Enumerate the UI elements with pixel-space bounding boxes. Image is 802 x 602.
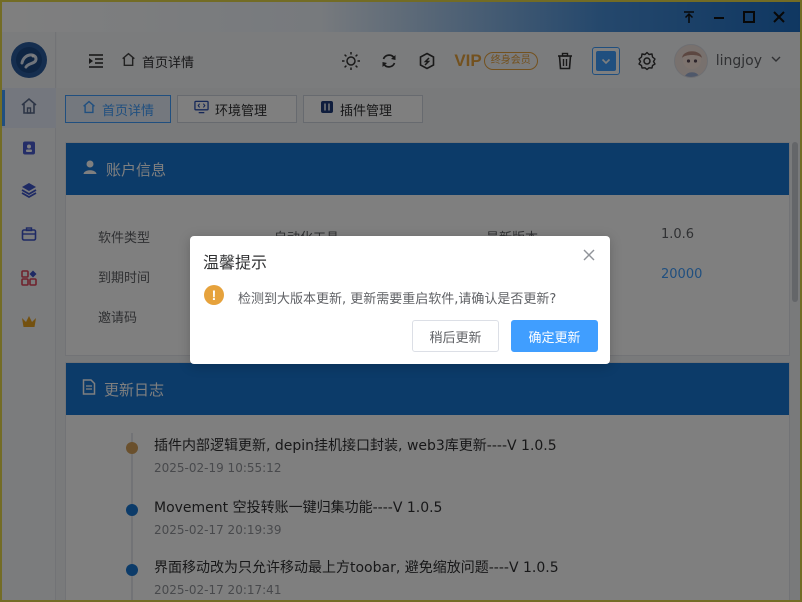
- update-later-button[interactable]: 稍后更新: [412, 320, 499, 352]
- close-icon[interactable]: [582, 248, 596, 262]
- dialog-message: 检测到大版本更新, 更新需要重启软件,请确认是否更新?: [238, 292, 557, 307]
- dialog-title: 温馨提示: [203, 253, 268, 272]
- warning-icon: !: [204, 285, 224, 305]
- confirm-update-button[interactable]: 确定更新: [511, 320, 598, 352]
- update-dialog: 温馨提示 ! 检测到大版本更新, 更新需要重启软件,请确认是否更新? 稍后更新 …: [190, 236, 610, 364]
